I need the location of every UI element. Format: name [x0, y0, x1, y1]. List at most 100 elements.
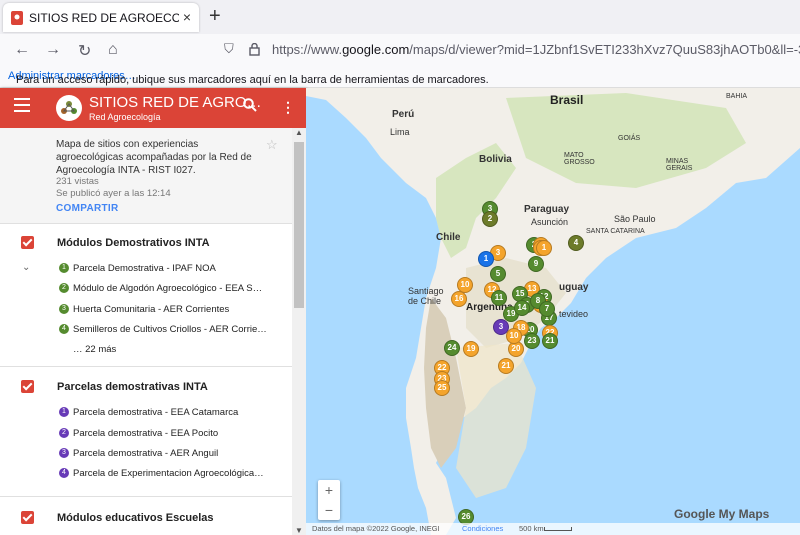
chevron-down-icon[interactable]: ⌄ — [22, 262, 30, 273]
zoom-out-button[interactable]: − — [318, 500, 340, 520]
scroll-thumb[interactable] — [294, 142, 304, 308]
layer-checkbox[interactable] — [21, 236, 34, 249]
map-label-peru: Perú — [392, 109, 415, 120]
map-attribution: Datos del mapa ©2022 Google, INEGI — [312, 524, 440, 533]
list-item[interactable]: 2 Módulo de Algodón Agroecológico - EEA S… — [59, 283, 274, 294]
new-tab-button[interactable]: + — [209, 5, 221, 28]
hamburger-menu-icon[interactable] — [14, 98, 30, 112]
map-label-santa-catarina: SANTA CATARINA — [586, 228, 645, 235]
map-marker[interactable]: 16 — [451, 291, 467, 307]
divider — [0, 366, 292, 367]
show-more-link[interactable]: … 22 más — [73, 344, 116, 355]
list-item[interactable]: 1 Parcela Demostrativa - IPAF NOA — [59, 263, 274, 274]
map-marker[interactable]: 2 — [482, 211, 498, 227]
layer-checkbox[interactable] — [21, 380, 34, 393]
map-marker[interactable]: 23 — [524, 333, 540, 349]
map-title: SITIOS RED DE AGRO… — [89, 94, 262, 111]
list-item[interactable]: 4 Parcela de Experimentacion Agroecológic… — [59, 468, 274, 479]
marker-number-icon: 1 — [59, 407, 69, 418]
view-count: 231 vistas — [56, 176, 99, 187]
map-marker[interactable]: 5 — [490, 266, 506, 282]
search-icon[interactable] — [243, 98, 257, 112]
layer-title[interactable]: Módulos educativos Escuelas — [57, 512, 214, 524]
tab-bar: SITIOS RED DE AGROECOLOGÍA × + — [0, 0, 800, 34]
map-label-minas-gerais: MINAS GERAIS — [666, 158, 693, 172]
divider — [0, 223, 292, 224]
scale-bar — [544, 527, 572, 531]
map-label-bolivia: Bolivia — [479, 154, 512, 165]
map-marker[interactable]: 21 — [542, 333, 558, 349]
map-label-mato-grosso: MATO GROSSO — [564, 152, 595, 166]
map-label-uruguay: uguay — [559, 282, 589, 293]
home-icon[interactable]: ⌂ — [108, 41, 118, 59]
map-marker[interactable]: 4 — [568, 235, 584, 251]
map-label-goias: GOIÁS — [618, 135, 641, 142]
map-sidebar: SITIOS RED DE AGRO… Red Agroecología ⋮ M… — [0, 88, 306, 535]
map-canvas[interactable]: Brasil Perú Lima Bolivia Paraguay Asunci… — [306, 88, 800, 535]
map-marker[interactable]: 1 — [478, 251, 494, 267]
map-marker[interactable]: 14 — [514, 300, 530, 316]
lock-icon — [249, 43, 260, 56]
shield-icon[interactable]: ⛉ — [224, 41, 234, 57]
back-arrow-icon[interactable]: ← — [14, 41, 30, 59]
zoom-in-button[interactable]: + — [318, 480, 340, 500]
bookmarks-bar: Para un acceso rápido, ubique sus marcad… — [0, 66, 800, 88]
map-marker[interactable]: 24 — [444, 340, 460, 356]
map-logo — [56, 95, 82, 121]
google-my-maps-logo: Google My Maps — [674, 507, 770, 521]
marker-number-icon: 3 — [59, 304, 69, 315]
marker-number-icon: 4 — [59, 468, 69, 479]
list-item[interactable]: 4 Semilleros de Cultivos Criollos - AER C… — [59, 324, 274, 335]
url-domain: google.com — [342, 42, 410, 57]
tab-close-icon[interactable]: × — [183, 9, 191, 25]
more-vert-icon[interactable]: ⋮ — [281, 99, 295, 116]
scroll-up-icon[interactable]: ▲ — [295, 128, 303, 137]
forward-arrow-icon[interactable]: → — [45, 41, 61, 59]
list-item[interactable]: 2 Parcela demostrativa - EEA Pocito — [59, 428, 274, 439]
map-marker[interactable]: 10 — [506, 328, 522, 344]
star-icon[interactable]: ☆ — [266, 137, 278, 153]
map-marker[interactable]: 25 — [434, 380, 450, 396]
layer-title[interactable]: Módulos Demostrativos INTA — [57, 237, 210, 249]
marker-number-icon: 4 — [59, 324, 69, 335]
map-description: Mapa de sitios con experiencias agroecol… — [56, 139, 252, 176]
map-label-lima: Lima — [390, 127, 410, 137]
map-marker[interactable]: 19 — [463, 341, 479, 357]
map-label-chile: Chile — [436, 232, 461, 243]
reload-icon[interactable]: ↻ — [78, 41, 91, 61]
map-label-montevideo: tevideo — [559, 309, 589, 319]
nav-bar: ← → ↻ ⌂ ⛉ https://www.google.com/maps/d/… — [0, 34, 800, 66]
marker-number-icon: 2 — [59, 428, 69, 439]
layer-checkbox[interactable] — [21, 511, 34, 524]
map-marker[interactable]: 21 — [498, 358, 514, 374]
sidebar-scrollbar[interactable]: ▲ ▼ — [292, 128, 306, 535]
sidebar-header: SITIOS RED DE AGRO… Red Agroecología ⋮ — [0, 88, 306, 128]
maps-pin-icon — [11, 11, 23, 25]
map-info: Mapa de sitios con experiencias agroecol… — [0, 128, 292, 223]
list-item[interactable]: 3 Parcela demostrativa - AER Anguil — [59, 448, 274, 459]
map-marker[interactable]: 9 — [528, 256, 544, 272]
published-date: Se publicó ayer a las 12:14 — [56, 188, 171, 199]
map-label-brasil: Brasil — [550, 93, 584, 107]
map-marker[interactable]: 11 — [491, 290, 507, 306]
map-label-sao-paulo: São Paulo — [614, 214, 656, 224]
map-footer: Datos del mapa ©2022 Google, INEGI Condi… — [306, 523, 800, 535]
scroll-down-icon[interactable]: ▼ — [295, 526, 303, 535]
map-marker[interactable]: 1 — [536, 240, 552, 256]
scale-label: 500 km — [519, 524, 544, 533]
map-marker[interactable]: 7 — [539, 301, 555, 317]
map-label-asuncion: Asunción — [531, 217, 569, 227]
map-label-paraguay: Paraguay — [524, 204, 570, 215]
divider — [0, 496, 292, 497]
tab-title: SITIOS RED DE AGROECOLOGÍA — [29, 11, 179, 25]
browser-tab[interactable]: SITIOS RED DE AGROECOLOGÍA × — [3, 3, 199, 32]
address-bar[interactable]: https://www.google.com/maps/d/viewer?mid… — [272, 42, 800, 57]
list-item[interactable]: 3 Huerta Comunitaria - AER Corrientes — [59, 304, 274, 315]
terms-link[interactable]: Condiciones — [462, 524, 503, 533]
layer-title[interactable]: Parcelas demostrativas INTA — [57, 381, 208, 393]
list-item[interactable]: 1 Parcela demostrativa - EEA Catamarca — [59, 407, 274, 418]
share-button[interactable]: COMPARTIR — [56, 203, 119, 214]
marker-number-icon: 3 — [59, 448, 69, 459]
bookmarks-hint: Para un acceso rápido, ubique sus marcad… — [16, 74, 489, 86]
map-label-bahia: BAHIA — [726, 93, 748, 100]
